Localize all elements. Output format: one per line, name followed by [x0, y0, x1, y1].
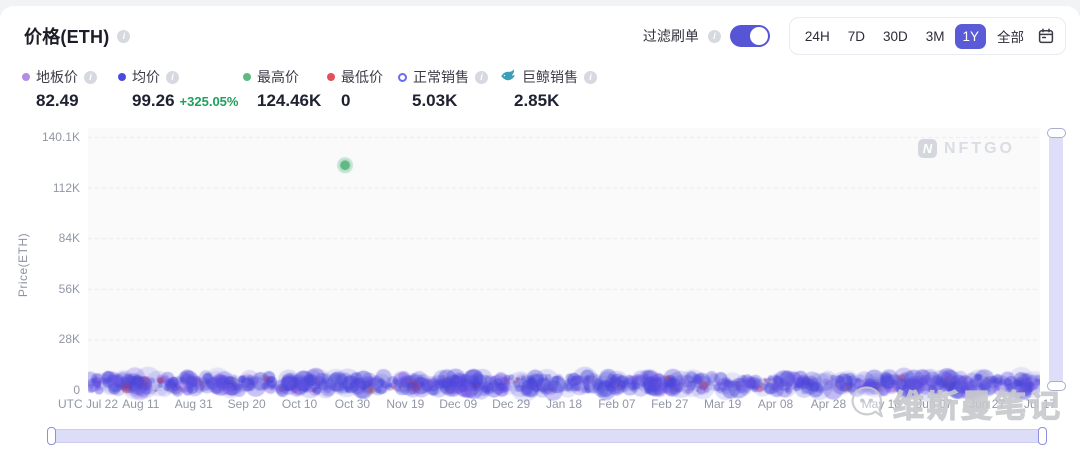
y-tick: 0	[2, 383, 80, 397]
x-tick: Aug 11	[122, 397, 159, 411]
x-tick: Feb 07	[598, 397, 635, 411]
nftgo-logo-icon: N	[918, 139, 937, 158]
y-tick: 112K	[2, 181, 80, 195]
y-tick: 56K	[2, 282, 80, 296]
x-tick: Apr 08	[758, 397, 793, 411]
legend-dot-icon	[118, 73, 126, 81]
stat-value: 5.03K	[412, 91, 457, 111]
whale-icon	[500, 68, 516, 86]
nftgo-watermark: N NFTGO	[918, 139, 1015, 158]
legend-dot-icon	[22, 73, 30, 81]
stat-item-3: 最低价 0	[327, 69, 383, 111]
stats-row: 地板价 i 82.49 均价 i 99.26 +325.05% 最高价 124.46K 最低价 0 正…	[0, 69, 1080, 113]
toggle-knob	[750, 27, 768, 45]
filter-washtrade-label: 过滤刷单	[643, 26, 699, 46]
y-axis-title: Price(ETH)	[16, 215, 30, 315]
x-tick: Jun 27	[969, 397, 1005, 411]
x-tick: Jun 07	[916, 397, 952, 411]
x-tick: Dec 29	[492, 397, 530, 411]
stat-label: 正常销售	[413, 67, 469, 87]
stat-item-4: 正常销售 i 5.03K	[398, 69, 488, 111]
vertical-range-slider[interactable]	[1049, 132, 1063, 387]
x-tick: Sep 20	[228, 397, 266, 411]
y-tick: 28K	[2, 332, 80, 346]
stat-label: 最高价	[257, 67, 299, 87]
legend-dot-icon	[243, 73, 251, 81]
stat-info-icon[interactable]: i	[475, 71, 488, 84]
legend-dot-icon	[327, 73, 335, 81]
range-button-7D[interactable]: 7D	[841, 24, 872, 49]
x-tick: Jan 18	[546, 397, 582, 411]
range-button-1Y[interactable]: 1Y	[955, 24, 986, 49]
calendar-icon	[1038, 28, 1054, 44]
filter-washtrade-toggle[interactable]	[730, 25, 770, 47]
page-title: 价格(ETH)	[24, 23, 109, 49]
stat-info-icon[interactable]: i	[584, 71, 597, 84]
time-range-group: 24H7D30D3M1Y全部	[789, 17, 1066, 55]
stat-value: 0	[341, 91, 350, 111]
hslider-right-handle[interactable]	[1038, 427, 1047, 445]
x-tick: UTC Jul 22	[58, 397, 118, 411]
vslider-top-handle[interactable]	[1047, 128, 1066, 138]
x-tick: Dec 09	[439, 397, 477, 411]
stat-delta: +325.05%	[180, 94, 239, 109]
filter-info-icon[interactable]: i	[708, 30, 721, 43]
stat-label: 均价	[132, 67, 160, 87]
stat-item-2: 最高价 124.46K	[243, 69, 321, 111]
x-tick: Mar 19	[704, 397, 741, 411]
x-tick: Feb 27	[651, 397, 688, 411]
calendar-button[interactable]	[1035, 26, 1057, 46]
y-tick: 84K	[2, 231, 80, 245]
stat-info-icon[interactable]: i	[84, 71, 97, 84]
stat-value: 82.49	[36, 91, 79, 111]
stat-value: 99.26	[132, 91, 175, 111]
title-info-icon[interactable]: i	[117, 30, 130, 43]
vslider-bottom-handle[interactable]	[1047, 381, 1066, 391]
range-button-30D[interactable]: 30D	[876, 24, 915, 49]
x-tick: Nov 19	[386, 397, 424, 411]
x-tick: Oct 10	[282, 397, 317, 411]
legend-ring-icon	[398, 73, 407, 82]
stat-item-0: 地板价 i 82.49	[22, 69, 97, 111]
stat-label: 最低价	[341, 67, 383, 87]
range-button-3M[interactable]: 3M	[919, 24, 952, 49]
x-tick: Apr 28	[811, 397, 846, 411]
x-tick: Jul 17	[1024, 397, 1056, 411]
price-scatter-plot[interactable]	[88, 128, 1040, 404]
chart-header: 价格(ETH) i 过滤刷单 i 24H7D30D3M1Y全部	[24, 18, 1066, 54]
stat-label: 地板价	[36, 67, 78, 87]
stat-item-5: 巨鲸销售 i 2.85K	[500, 69, 597, 111]
x-tick: May 18	[862, 397, 901, 411]
range-button-全部[interactable]: 全部	[990, 21, 1031, 51]
y-tick: 140.1K	[2, 130, 80, 144]
stat-info-icon[interactable]: i	[166, 71, 179, 84]
x-tick: Oct 30	[335, 397, 370, 411]
x-tick: Aug 31	[175, 397, 213, 411]
stat-value: 124.46K	[257, 91, 321, 111]
stat-item-1: 均价 i 99.26 +325.05%	[118, 69, 238, 111]
hslider-left-handle[interactable]	[47, 427, 56, 445]
range-button-24H[interactable]: 24H	[798, 24, 837, 49]
horizontal-range-slider[interactable]	[50, 429, 1044, 443]
nftgo-watermark-text: NFTGO	[944, 140, 1015, 158]
stat-label: 巨鲸销售	[522, 67, 578, 87]
stat-value: 2.85K	[514, 91, 559, 111]
